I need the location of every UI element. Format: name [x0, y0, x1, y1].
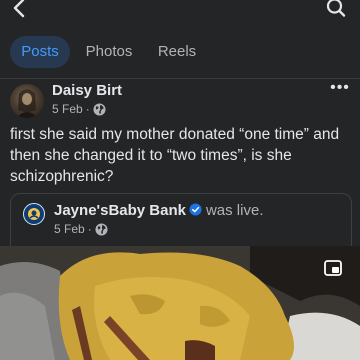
live-video-thumbnail[interactable]	[0, 246, 360, 360]
shared-meta: 5 Feb ·	[54, 222, 108, 236]
shared-title: Jayne'sBaby Bank was live.	[54, 202, 264, 219]
shared-page-name[interactable]: Jayne'sBaby Bank	[54, 202, 186, 219]
post-date[interactable]: 5 Feb	[52, 102, 83, 116]
avatar[interactable]	[10, 84, 44, 118]
top-bar	[0, 0, 360, 22]
shared-meta-separator: ·	[87, 222, 92, 236]
picture-in-picture-icon	[324, 260, 342, 276]
search-icon	[326, 0, 346, 17]
post-text: first she said my mother donated “one ti…	[10, 126, 340, 185]
globe-icon	[93, 102, 106, 116]
post-header: Daisy Birt 5 Feb · •••	[0, 79, 360, 125]
baby-bank-logo-icon	[28, 208, 40, 220]
shared-date[interactable]: 5 Feb	[54, 222, 85, 236]
back-arrow-icon	[13, 0, 25, 18]
back-button[interactable]	[8, 0, 32, 20]
picture-in-picture-button[interactable]	[324, 260, 342, 276]
author-name[interactable]: Daisy Birt	[52, 82, 122, 99]
shared-post-card[interactable]: Jayne'sBaby Bank was live. 5 Feb ·	[10, 193, 352, 254]
search-button[interactable]	[324, 0, 348, 20]
shared-action: was live.	[205, 202, 264, 219]
globe-icon	[95, 222, 108, 236]
post-meta: 5 Feb ·	[52, 102, 106, 116]
more-options-button[interactable]: •••	[328, 80, 352, 101]
meta-separator: ·	[85, 102, 90, 116]
verified-badge-icon	[189, 203, 202, 216]
tab-reels[interactable]: Reels	[152, 36, 202, 68]
avatar-image	[16, 89, 38, 118]
page: Posts Photos Reels Daisy Birt 5 Feb · ••…	[0, 0, 360, 360]
profile-tabs: Posts Photos Reels	[0, 30, 360, 76]
tab-posts[interactable]: Posts	[10, 36, 70, 68]
page-logo[interactable]	[23, 203, 45, 225]
video-frame	[0, 246, 360, 360]
tab-photos[interactable]: Photos	[82, 36, 136, 68]
